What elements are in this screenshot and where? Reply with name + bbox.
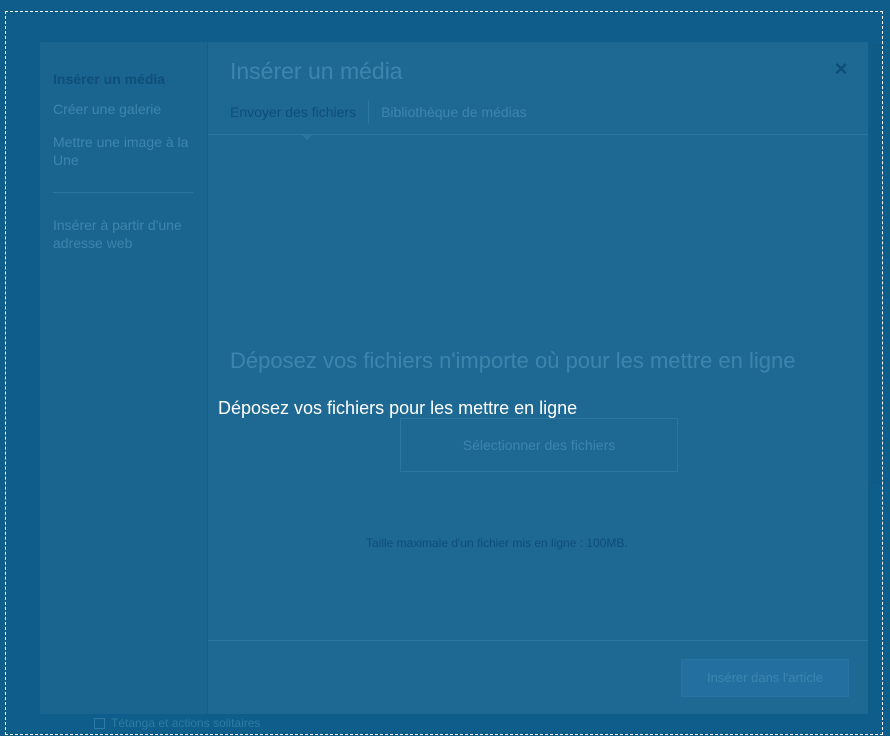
underlying-checkbox-row: Tétanga et actions solitaires [94,714,260,732]
tab-media-library[interactable]: Bibliothèque de médias [381,100,527,124]
media-sidebar: Insérer un média Créer une galerie Mettr… [40,42,208,714]
background-scrollbar [870,44,882,484]
modal-toolbar: Insérer dans l'article [208,640,868,714]
tab-divider [368,100,370,124]
insert-into-post-button[interactable]: Insérer dans l'article [681,659,849,697]
modal-tabs: Envoyer des fichiers Bibliothèque de méd… [230,100,527,124]
underlying-checkbox [94,717,105,729]
sidebar-item-create-gallery[interactable]: Créer une galerie [53,100,203,118]
sidebar-item-featured-image[interactable]: Mettre une image à la Une [53,133,203,169]
sidebar-item-insert-from-url[interactable]: Insérer à partir d'une adresse web [53,216,203,252]
active-tab-caret-icon [301,134,313,140]
underlying-checkbox-label: Tétanga et actions solitaires [111,716,261,730]
close-icon[interactable]: × [830,58,852,80]
max-upload-size-text: Taille maximale d'un fichier mis en lign… [366,536,628,550]
screen: Tétanga et actions solitaires Insérer un… [0,0,890,736]
sidebar-item-insert-media[interactable]: Insérer un média [53,70,203,88]
sidebar-separator [53,192,193,193]
media-modal: Insérer un média Créer une galerie Mettr… [40,42,868,714]
modal-title: Insérer un média [230,58,403,84]
select-files-button[interactable]: Sélectionner des fichiers [400,418,678,472]
tab-upload-files[interactable]: Envoyer des fichiers [230,100,356,124]
upload-instructions-heading: Déposez vos fichiers n'importe où pour l… [230,348,796,373]
